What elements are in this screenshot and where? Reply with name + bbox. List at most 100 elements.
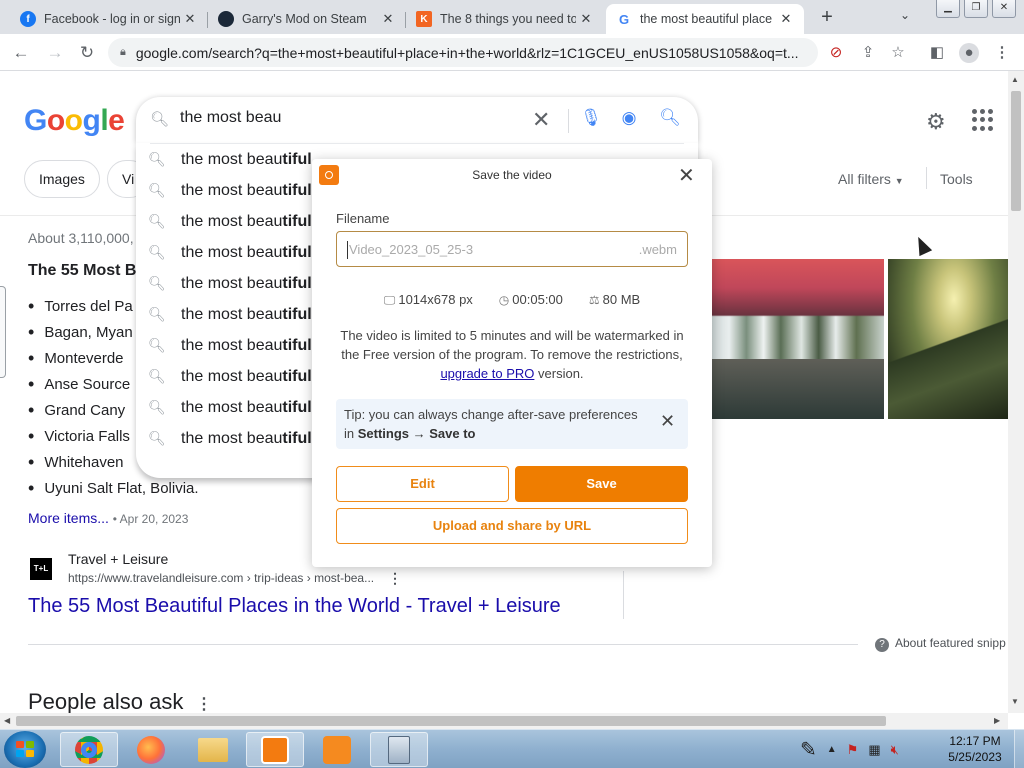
scroll-thumb[interactable] xyxy=(1011,91,1021,211)
suggestion-bold: tiful xyxy=(282,274,312,292)
featured-snippet-heading: The 55 Most Be xyxy=(28,262,146,279)
clock-icon: ◷ xyxy=(498,293,510,307)
horizontal-scrollbar[interactable]: ◀ ▶ xyxy=(0,713,1008,729)
microphone-icon[interactable]: 🎙︎ xyxy=(580,108,602,130)
suggestion-bold: tiful xyxy=(282,305,312,323)
edit-button[interactable]: Edit xyxy=(336,466,509,502)
resolution-value: 1014x678 px xyxy=(398,292,473,307)
tab-title: Garry's Mod on Steam xyxy=(242,12,367,26)
close-window-button[interactable]: ✕ xyxy=(992,0,1016,18)
taskbar-calculator[interactable] xyxy=(370,732,428,767)
save-button[interactable]: Save xyxy=(515,466,688,502)
upgrade-link[interactable]: upgrade to PRO xyxy=(440,366,534,381)
result-title-link[interactable]: The 55 Most Beautiful Places in the Worl… xyxy=(28,595,561,618)
apps-grid-icon[interactable] xyxy=(972,109,994,131)
back-arrow-icon[interactable]: ← xyxy=(10,42,32,64)
side-handle[interactable] xyxy=(0,286,6,378)
show-desktop-button[interactable] xyxy=(1014,730,1024,768)
close-icon[interactable]: ✕ xyxy=(378,11,398,27)
close-icon[interactable]: ✕ xyxy=(180,11,200,27)
taskbar-chrome[interactable] xyxy=(60,732,118,767)
scroll-thumb[interactable] xyxy=(16,716,886,726)
network-icon[interactable]: ▦ xyxy=(868,742,880,758)
close-icon[interactable]: ✕ xyxy=(576,11,596,27)
search-icon: 🔍︎ xyxy=(148,368,166,384)
scroll-left-icon[interactable]: ◀ xyxy=(4,716,10,725)
star-icon[interactable]: ☆ xyxy=(888,43,908,63)
reload-icon[interactable]: ↻ xyxy=(76,42,98,64)
monitor-icon: 🖵 xyxy=(383,293,396,307)
forward-arrow-icon[interactable]: → xyxy=(44,42,66,64)
tip-banner: Tip: you can always change after-save pr… xyxy=(336,399,688,449)
profile-icon[interactable]: ● xyxy=(959,43,979,63)
start-button[interactable] xyxy=(4,731,46,768)
search-icon: 🔍︎ xyxy=(148,213,166,229)
taskbar-explorer[interactable] xyxy=(184,732,242,767)
tab-title: The 8 things you need to know xyxy=(440,12,576,26)
close-icon[interactable]: ✕ xyxy=(776,11,796,27)
tab-article[interactable]: K The 8 things you need to know ✕ xyxy=(406,4,604,34)
limit-note: The video is limited to 5 minutes and wi… xyxy=(332,326,692,383)
filename-field[interactable]: Video_2023_05_25-3 .webm xyxy=(336,231,688,267)
clock-date: 5/25/2023 xyxy=(948,750,1002,764)
show-hidden-icons[interactable]: ▲ xyxy=(827,744,837,755)
suggestion-bold: tiful xyxy=(282,212,312,230)
taskbar-firefox[interactable] xyxy=(122,732,180,767)
size-value: 80 MB xyxy=(602,292,641,307)
search-box[interactable]: 🔍︎ the most beau ✕ 🎙︎ ◉ 🔍︎ xyxy=(136,97,698,143)
tab-facebook[interactable]: f Facebook - log in or sign up ✕ xyxy=(10,4,208,34)
google-logo[interactable]: Google xyxy=(24,104,125,138)
lens-camera-icon[interactable]: ◉ xyxy=(618,108,640,130)
vertical-scrollbar[interactable]: ▲ ▼ xyxy=(1008,71,1024,713)
new-tab-button[interactable]: + xyxy=(815,5,839,29)
filename-value: Video_2023_05_25-3 xyxy=(349,242,474,257)
divider xyxy=(568,109,569,133)
upload-share-button[interactable]: Upload and share by URL xyxy=(336,508,688,544)
side-panel-icon[interactable]: ◧ xyxy=(927,43,947,63)
search-input[interactable]: the most beau xyxy=(180,109,281,127)
about-featured-snippets[interactable]: ? About featured snipp xyxy=(875,636,1006,652)
screen: f Facebook - log in or sign up ✕ Garry's… xyxy=(0,0,1024,768)
mountain-image[interactable] xyxy=(888,259,1008,419)
volume-muted-icon[interactable]: 🔇︎ xyxy=(891,742,899,758)
taskbar-recorder[interactable] xyxy=(246,732,304,767)
scroll-right-icon[interactable]: ▶ xyxy=(994,716,1000,725)
flag-alert-icon[interactable]: ⚑ xyxy=(847,742,859,758)
more-options-icon[interactable]: ⋮ xyxy=(388,570,402,587)
chip-images[interactable]: Images xyxy=(24,160,100,198)
clock-time: 12:17 PM xyxy=(949,734,1001,748)
minimize-button[interactable]: ▁ xyxy=(936,0,960,18)
clock[interactable]: 12:17 PM 5/25/2023 xyxy=(940,733,1010,765)
clear-icon[interactable]: ✕ xyxy=(532,107,550,133)
tab-google-search[interactable]: G the most beautiful place ✕ xyxy=(606,4,804,34)
chevron-down-icon[interactable]: ⌄ xyxy=(895,8,915,26)
results-count: About 3,110,000, xyxy=(28,230,134,246)
scroll-down-icon[interactable]: ▼ xyxy=(1011,697,1019,706)
all-filters-button[interactable]: All filters ▼ xyxy=(838,171,904,187)
menu-icon[interactable]: ⋮ xyxy=(992,43,1012,63)
search-submit-icon[interactable]: 🔍︎ xyxy=(659,108,681,130)
share-icon[interactable]: ⇪ xyxy=(858,43,878,63)
browser-tab-strip: f Facebook - log in or sign up ✕ Garry's… xyxy=(0,0,1024,34)
search-icon: 🔍︎ xyxy=(148,430,166,446)
restore-button[interactable]: ❐ xyxy=(964,0,988,18)
close-icon[interactable]: ✕ xyxy=(660,412,675,431)
windows-taskbar: ✎ ▲ ⚑ ▦ 🔇︎ 12:17 PM 5/25/2023 xyxy=(0,729,1024,768)
search-icon: 🔍︎ xyxy=(148,399,166,415)
about-featured-label: About featured snipp xyxy=(895,636,1006,650)
more-options-icon[interactable]: ⋮ xyxy=(196,694,212,713)
close-icon[interactable]: ✕ xyxy=(678,163,695,188)
tab-steam[interactable]: Garry's Mod on Steam ✕ xyxy=(208,4,406,34)
pen-tablet-icon[interactable]: ✎ xyxy=(800,737,817,762)
blocked-icon[interactable]: ⊘ xyxy=(826,43,846,63)
tools-button[interactable]: Tools xyxy=(940,171,973,187)
more-items-link[interactable]: More items... xyxy=(28,510,109,526)
suggestion-bold: tiful xyxy=(282,336,312,354)
waterfall-image[interactable] xyxy=(712,259,884,419)
address-bar[interactable]: 🔒︎ google.com/search?q=the+most+beautifu… xyxy=(108,38,818,67)
scroll-up-icon[interactable]: ▲ xyxy=(1011,75,1019,84)
facebook-icon: f xyxy=(20,11,36,27)
gear-icon[interactable]: ⚙ xyxy=(926,109,946,135)
caret-down-icon: ▼ xyxy=(894,176,904,186)
taskbar-screenshot[interactable] xyxy=(308,732,366,767)
